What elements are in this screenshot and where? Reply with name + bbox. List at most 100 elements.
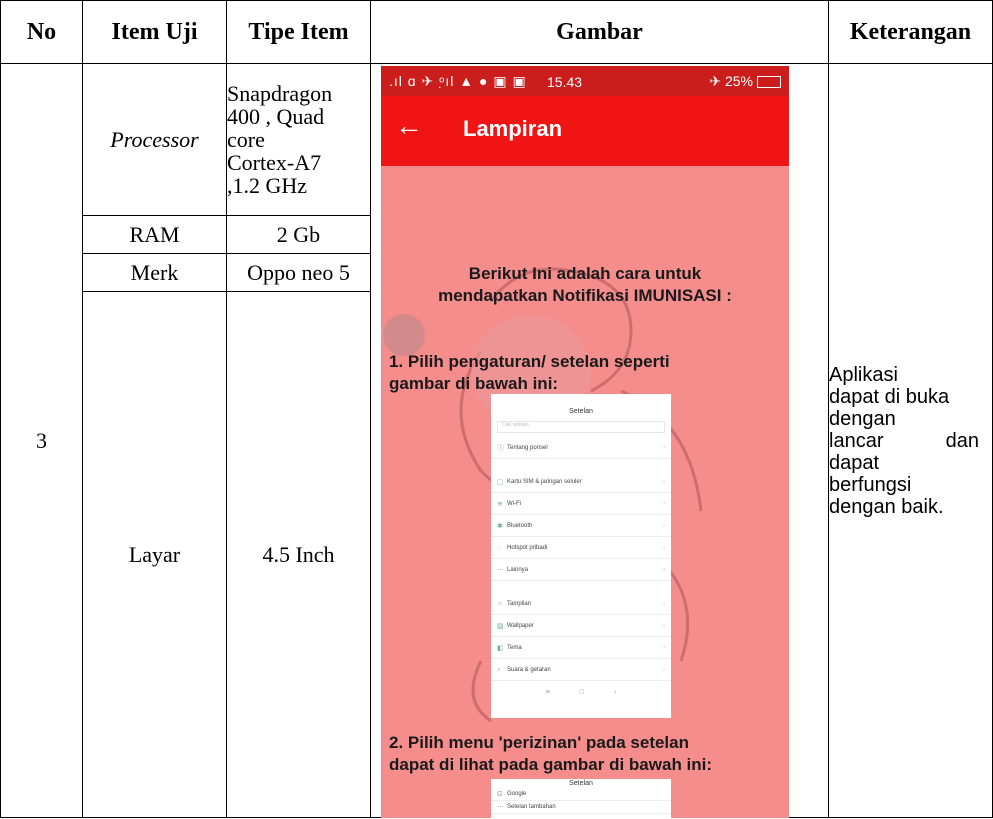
app-bar-title: Lampiran [463, 116, 563, 141]
keterangan-cell: Aplikasi dapat di buka dengan lancar dan … [828, 63, 993, 818]
mini-row: ≋ Wi-Fi › [491, 493, 671, 515]
item-ram: RAM [82, 215, 227, 254]
mini-row-icon: ⋯ [497, 566, 504, 574]
step-line: 1. Pilih pengaturan/ setelan seperti [389, 352, 670, 371]
mini-row-icon: ≋ [497, 500, 503, 508]
keterangan-line: berfungsi [829, 473, 912, 496]
mini-section-header [491, 581, 671, 593]
mini-row-label: Wi-Fi [507, 500, 521, 507]
mini-row-icon: ⓘ [497, 444, 504, 452]
spec-table: No Item Uji Tipe Item Gambar Keterangan … [0, 0, 993, 818]
tipe-layar: 4.5 Inch [226, 291, 371, 818]
mini-row-icon: ✱ [497, 522, 503, 530]
mini-title: Setelan [569, 408, 593, 415]
mini-row-icon: ▢ [497, 478, 504, 486]
keterangan-line: dengan baik. [829, 495, 944, 518]
chevron-right-icon: › [663, 666, 665, 673]
step-line: 2. Pilih menu 'perizinan' pada setelan [389, 733, 689, 752]
home-icon: □ [579, 689, 584, 696]
chevron-right-icon: › [663, 444, 665, 451]
header-gambar: Gambar [370, 0, 829, 64]
status-battery: ✈ 25% [709, 73, 781, 90]
mini-status-bar [491, 394, 671, 406]
battery-icon [757, 76, 781, 89]
header-item-uji: Item Uji [82, 0, 227, 64]
step-1-text: 1. Pilih pengaturan/ setelan seperti gam… [389, 351, 785, 395]
gambar-cell: .ıl ɑ ✈ ᵒ̣ıl ▲ ● ▣ ▣ 15.43 ✈ 25% ← Lampi… [370, 63, 829, 818]
tipe-processor-line: core [227, 127, 265, 152]
mini-row: ⋯ Lainnya › [491, 559, 671, 581]
step-line: dapat di lihat pada gambar di bawah ini: [389, 755, 713, 774]
mini-title: Setelan [569, 780, 593, 787]
status-bar: .ıl ɑ ✈ ᵒ̣ıl ▲ ● ▣ ▣ 15.43 ✈ 25% [381, 66, 789, 96]
item-processor: Processor [82, 63, 227, 216]
mini-row-label: Lainnya [507, 566, 529, 573]
table-row: 3 Processor Snapdragon 400 , Quad core C… [0, 63, 993, 818]
mini-row-label: Kartu SIM & jaringan seluler [507, 478, 582, 485]
mini-row-label: Hotspot pribadi [507, 544, 548, 551]
chevron-right-icon: › [663, 600, 665, 607]
mini-row-label: Suara & getaran [507, 666, 551, 673]
mini-row: ✱ Bluetooth › [491, 515, 671, 537]
mini-row-label: Google [507, 791, 527, 797]
settings-screenshot-2: Setelan G Google ⋯ Setelan tambahan [491, 779, 671, 818]
tipe-processor-line: ,1.2 GHz [227, 173, 308, 198]
mini-row: ☼ Tampilan › [491, 593, 671, 615]
mini-row: ♪ Suara & getaran › [491, 659, 671, 681]
airplane-icon: ✈ [709, 73, 725, 89]
mini-row-icon: ◧ [497, 644, 504, 652]
tipe-merk: Oppo neo 5 [226, 253, 371, 292]
settings-screenshot-1: Setelan Cari setelan ⓘ Tentang ponsel › ▢ K… [491, 394, 671, 718]
mini-row: ▢ Kartu SIM & jaringan seluler › [491, 471, 671, 493]
google-icon: G [497, 790, 503, 798]
mini-row-label: Wallpaper [507, 622, 534, 629]
header-no: No [0, 0, 83, 64]
keterangan-line: dengan [829, 407, 896, 430]
mini-row-label: Bluetooth [507, 522, 533, 529]
mini-row-icon: ▨ [497, 622, 504, 630]
mini-row: ⋯ Setelan tambahan [491, 801, 671, 814]
keterangan-word: lancar [829, 429, 884, 452]
status-time: 15.43 [547, 74, 583, 90]
header-row: No Item Uji Tipe Item Gambar Keterangan [0, 0, 993, 64]
mini-row-label: Setelan tambahan [507, 804, 556, 810]
chevron-right-icon: › [663, 522, 665, 529]
mini-row: ⓘ Tentang ponsel › [491, 437, 671, 459]
mini-row-icon: ♪ [497, 666, 501, 673]
chevron-right-icon: › [663, 544, 665, 551]
mini-search: Cari setelan [497, 421, 665, 433]
touch-indicator [383, 314, 425, 356]
header-keterangan: Keterangan [828, 0, 993, 64]
step-line: gambar di bawah ini: [389, 374, 559, 393]
keterangan-line: dapat [829, 451, 880, 474]
mini-nav-bar: ≡ □ ‹ [491, 681, 671, 696]
tipe-processor-line: 400 , Quad [227, 104, 325, 129]
intro-line: Berikut Ini adalah cara untuk [468, 264, 702, 283]
mini-row-icon: ☼ [497, 600, 504, 607]
battery-percent: 25% [724, 73, 753, 89]
chevron-right-icon: › [663, 622, 665, 629]
chevron-right-icon: › [663, 566, 665, 573]
keterangan-line: Aplikasi [829, 363, 898, 386]
tipe-ram: 2 Gb [226, 215, 371, 254]
mini-row-icon: ⋯ [497, 804, 504, 811]
tipe-processor: Snapdragon 400 , Quad core Cortex-A7 ,1.… [226, 63, 371, 216]
phone-screenshot: .ıl ɑ ✈ ᵒ̣ıl ▲ ● ▣ ▣ 15.43 ✈ 25% ← Lampi… [381, 66, 789, 818]
status-icons: .ıl ɑ ✈ ᵒ̣ıl ▲ ● ▣ ▣ [389, 73, 527, 89]
row-number: 3 [0, 63, 83, 818]
keterangan-line: lancar dan [829, 430, 979, 452]
mini-row: ◧ Tema › [491, 637, 671, 659]
mini-row-label: Tema [507, 644, 522, 651]
back-arrow-icon[interactable]: ← [395, 110, 423, 142]
tipe-processor-line: Cortex-A7 [227, 150, 322, 175]
mini-row-label: Tentang ponsel [507, 444, 548, 451]
tipe-processor-line: Snapdragon [227, 81, 333, 106]
item-merk: Merk [82, 253, 227, 292]
intro-text: Berikut Ini adalah cara untuk mendapatka… [381, 263, 789, 307]
mini-row: G Google [491, 788, 671, 801]
menu-icon: ≡ [545, 689, 550, 696]
chevron-right-icon: › [663, 644, 665, 651]
item-layar: Layar [82, 291, 227, 818]
app-bar: ← Lampiran [381, 96, 789, 166]
mini-section-header [491, 459, 671, 471]
